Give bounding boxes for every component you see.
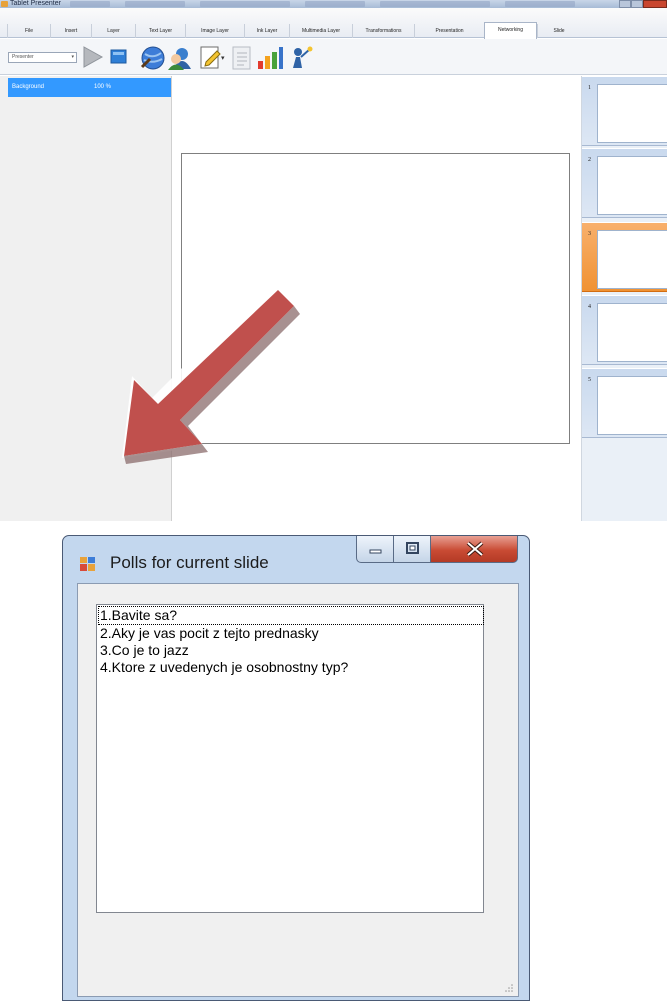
slide-number: 1 — [588, 85, 591, 91]
app-icon — [1, 1, 8, 7]
tab-insert[interactable]: Insert — [50, 24, 91, 38]
tab-slide[interactable]: Slide — [537, 24, 580, 38]
slide-number: 2 — [588, 157, 591, 163]
tab-file[interactable]: File — [7, 24, 50, 38]
maximize-button[interactable] — [393, 536, 431, 563]
title-bar-blurred-region — [125, 1, 185, 7]
tab-transformations[interactable]: Transformations — [352, 24, 414, 38]
slide-thumbnail-page — [597, 84, 667, 143]
play-icon[interactable] — [82, 45, 104, 69]
slide-thumbnail[interactable]: 1 — [582, 76, 667, 146]
title-bar-blurred-region — [70, 1, 110, 7]
poll-icon[interactable] — [289, 45, 315, 71]
resize-grip-icon[interactable] — [504, 983, 514, 993]
layer-name: Background — [12, 84, 45, 90]
slide-thumbnail[interactable]: 5 — [582, 368, 667, 438]
title-bar-blurred-region — [380, 1, 490, 7]
poll-item[interactable]: 4.Ktore z uvedenych je osobnostny typ? — [99, 659, 348, 676]
chevron-down-icon: ▾ — [71, 54, 74, 60]
app-title-bar: Tablet Presenter — [0, 0, 667, 8]
close-icon — [466, 541, 484, 557]
dialog-client-area: 1.Bavite sa? 2.Aky je vas pocit z tejto … — [77, 583, 519, 997]
polls-dialog: Polls for current slide 1.Bavite sa? 2.A… — [62, 535, 530, 1001]
tablet-presenter-window: Tablet Presenter File Insert Layer Text Lay… — [0, 0, 667, 521]
poll-listbox[interactable]: 1.Bavite sa? 2.Aky je vas pocit z tejto … — [96, 604, 484, 913]
window-icon — [80, 557, 95, 571]
stop-icon[interactable] — [110, 49, 127, 65]
slide-thumbnail-selected[interactable]: 3 — [582, 222, 667, 292]
slide-number: 4 — [588, 304, 591, 310]
mode-select[interactable]: Presenter ▾ — [8, 52, 77, 63]
note-icon[interactable]: ▾ — [199, 45, 227, 71]
annotation-arrow — [122, 280, 302, 464]
poll-item[interactable]: 3.Co je to jazz — [99, 642, 189, 659]
close-button[interactable] — [430, 536, 518, 563]
poll-item[interactable]: 2.Aky je vas pocit z tejto prednasky — [99, 625, 319, 642]
app-title: Tablet Presenter — [10, 0, 61, 7]
tab-text-layer[interactable]: Text Layer — [135, 24, 185, 38]
app-window-controls — [619, 0, 667, 8]
tab-ink-layer[interactable]: Ink Layer — [244, 24, 289, 38]
list-icon[interactable] — [231, 45, 253, 71]
tab-layer[interactable]: Layer — [91, 24, 135, 38]
title-bar-blurred-region — [505, 1, 575, 7]
title-bar-blurred-region — [305, 1, 365, 7]
slide-number: 5 — [588, 377, 591, 383]
mode-select-value: Presenter — [12, 54, 34, 60]
title-bar-blurred-region — [200, 1, 290, 7]
tab-networking[interactable]: Networking — [484, 22, 537, 39]
app-maximize-button[interactable] — [631, 0, 643, 8]
poll-item[interactable]: 1.Bavite sa? — [98, 606, 484, 625]
slide-thumbnail[interactable]: 2 — [582, 148, 667, 218]
slide-thumbnail-page — [597, 376, 667, 435]
dialog-window-controls — [356, 536, 519, 563]
slide-number: 3 — [588, 231, 591, 237]
maximize-icon — [406, 542, 419, 554]
slide-thumbnails-panel: 1 2 3 4 5 — [581, 76, 667, 521]
layer-opacity: 100 % — [94, 84, 112, 90]
bar-chart-icon[interactable] — [256, 45, 284, 71]
app-minimize-button[interactable] — [619, 0, 631, 8]
globe-icon[interactable] — [140, 45, 166, 71]
slide-thumbnail[interactable]: 4 — [582, 295, 667, 365]
toolbar: Presenter ▾ ▾ — [0, 39, 667, 75]
app-close-button[interactable] — [643, 0, 667, 8]
tab-multimedia-layer[interactable]: Multimedia Layer — [289, 24, 352, 38]
tab-presentation[interactable]: Presentation — [414, 24, 484, 38]
tab-image-layer[interactable]: Image Layer — [185, 24, 244, 38]
layer-row-background[interactable]: Background 100 % — [8, 78, 171, 97]
slide-thumbnail-page — [597, 156, 667, 215]
slide-thumbnail-page — [597, 303, 667, 362]
minimize-button[interactable] — [356, 536, 394, 563]
minimize-icon — [369, 549, 382, 554]
slide-thumbnail-page — [597, 230, 667, 289]
user-icon[interactable] — [166, 45, 192, 71]
svg-text:▾: ▾ — [221, 54, 225, 62]
ribbon-tab-bar: File Insert Layer Text Layer Image Layer Ink … — [0, 8, 667, 39]
dialog-title: Polls for current slide — [110, 553, 269, 572]
